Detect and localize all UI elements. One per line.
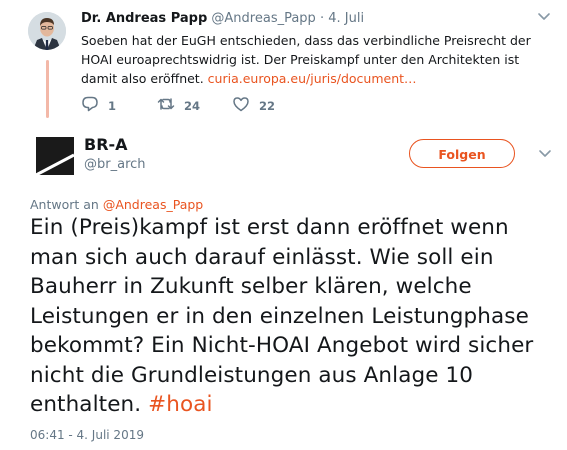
like-count: 22	[259, 98, 276, 113]
br-a-logo[interactable]	[30, 131, 80, 181]
thread-line	[46, 60, 49, 118]
tweet-timestamp[interactable]: 06:41 - 4. Juli 2019	[30, 428, 144, 442]
reply-tweet-body: Ein (Preis)kampf ist erst dann eröffnet …	[30, 215, 534, 417]
author-name[interactable]: Dr. Andreas Papp	[81, 11, 207, 26]
reply-handle-link[interactable]: @Andreas_Papp	[103, 197, 203, 212]
reply-action[interactable]: 1	[81, 95, 116, 116]
tweet-date[interactable]: 4. Juli	[328, 11, 364, 26]
author-handle[interactable]: @Andreas_Papp	[211, 11, 315, 26]
chevron-down-icon[interactable]	[534, 9, 554, 25]
like-action[interactable]: 22	[232, 95, 275, 116]
like-icon	[232, 95, 250, 116]
reply-count: 1	[108, 98, 117, 113]
chevron-down-icon[interactable]	[535, 146, 555, 162]
separator: ·	[319, 11, 325, 26]
retweet-action[interactable]: 24	[157, 95, 200, 116]
hashtag-link[interactable]: #hoai	[148, 392, 212, 417]
author-name[interactable]: BR-A	[84, 135, 128, 154]
tweet-link[interactable]: curia.europa.eu/juris/document…	[208, 71, 417, 86]
parent-tweet-text: Soeben hat der EuGH entschieden, dass da…	[81, 31, 536, 88]
retweet-icon	[157, 95, 175, 116]
parent-tweet-header: Dr. Andreas Papp @Andreas_Papp · 4. Juli	[81, 11, 364, 26]
reply-context: Antwort an @Andreas_Papp	[30, 197, 203, 212]
reply-prefix: Antwort an	[30, 197, 99, 212]
follow-button[interactable]: Folgen	[409, 139, 515, 168]
author-handle[interactable]: @br_arch	[84, 157, 146, 172]
retweet-count: 24	[184, 98, 201, 113]
reply-icon	[81, 95, 99, 116]
reply-tweet-text: Ein (Preis)kampf ist erst dann eröffnet …	[30, 213, 540, 420]
avatar[interactable]	[28, 12, 66, 50]
